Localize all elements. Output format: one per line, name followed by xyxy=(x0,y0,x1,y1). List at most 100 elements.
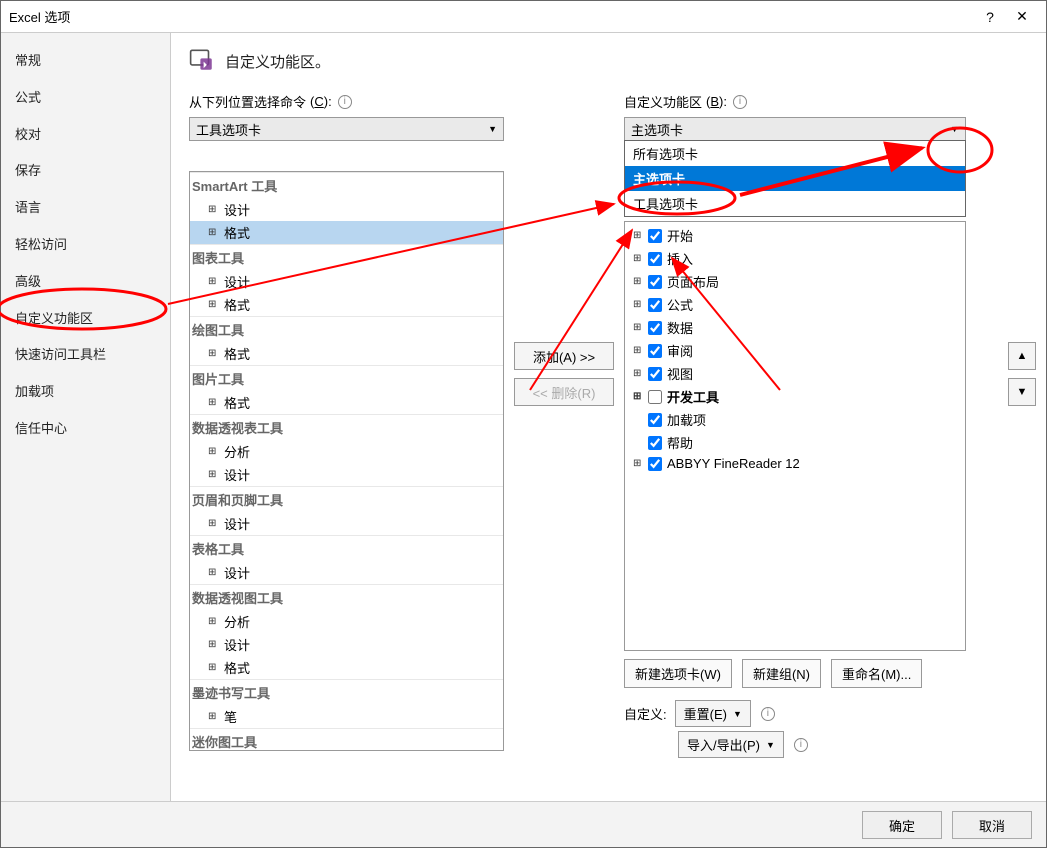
list-item[interactable]: ⊞格式 xyxy=(190,656,503,679)
list-item[interactable]: ⊞格式 xyxy=(190,293,503,316)
tree-item[interactable]: ⊞开发工具 xyxy=(627,385,963,408)
reset-dropdown[interactable]: 重置(E) ▼ xyxy=(675,700,751,727)
dropdown-option-selected[interactable]: 主选项卡 xyxy=(625,166,965,191)
right-dropdown-list[interactable]: 所有选项卡 主选项卡 工具选项卡 xyxy=(624,140,966,217)
sidebar-item-save[interactable]: 保存 xyxy=(1,153,170,190)
tree-checkbox[interactable] xyxy=(648,344,662,358)
tree-item[interactable]: ⊞ABBYY FineReader 12 xyxy=(627,454,963,473)
expander-icon: ⊞ xyxy=(208,227,218,238)
sidebar-item-proofing[interactable]: 校对 xyxy=(1,117,170,154)
rename-button[interactable]: 重命名(M)... xyxy=(831,659,922,688)
heading-row: 自定义功能区。 xyxy=(189,47,1028,76)
sidebar-item-general[interactable]: 常规 xyxy=(1,43,170,80)
tree-item[interactable]: ⊞公式 xyxy=(627,293,963,316)
move-down-button[interactable]: ▼ xyxy=(1008,378,1036,406)
ok-button[interactable]: 确定 xyxy=(862,811,942,839)
chevron-down-icon: ▼ xyxy=(733,709,742,719)
list-item[interactable]: ⊞设计 xyxy=(190,198,503,221)
list-group-header: SmartArt 工具 xyxy=(190,172,503,198)
tree-item[interactable]: ⊞页面布局 xyxy=(627,270,963,293)
left-listbox[interactable]: SmartArt 工具⊞设计⊞格式图表工具⊞设计⊞格式绘图工具⊞格式图片工具⊞格… xyxy=(189,171,504,751)
list-item[interactable]: ⊞笔 xyxy=(190,705,503,728)
list-item[interactable]: ⊞分析 xyxy=(190,440,503,463)
list-item-label: 格式 xyxy=(224,295,250,314)
tree-item[interactable]: 帮助 xyxy=(627,431,963,454)
new-group-button[interactable]: 新建组(N) xyxy=(742,659,821,688)
info-icon[interactable]: i xyxy=(733,95,747,109)
tree-checkbox[interactable] xyxy=(648,229,662,243)
list-item[interactable]: ⊞设计 xyxy=(190,633,503,656)
info-icon[interactable]: i xyxy=(761,707,775,721)
tree-checkbox[interactable] xyxy=(648,252,662,266)
left-dropdown-value: 工具选项卡 xyxy=(196,120,261,139)
right-dropdown[interactable]: 主选项卡 ▼ xyxy=(624,117,966,141)
list-item[interactable]: ⊞分析 xyxy=(190,610,503,633)
list-item[interactable]: ⊞格式 xyxy=(190,391,503,414)
ribbon-icon xyxy=(189,47,215,76)
tree-checkbox[interactable] xyxy=(648,367,662,381)
expander-icon: ⊞ xyxy=(208,397,218,408)
expander-icon: ⊞ xyxy=(208,567,218,578)
tree-item-label: 视图 xyxy=(667,364,693,383)
sidebar-item-qat[interactable]: 快速访问工具栏 xyxy=(1,337,170,374)
list-item-label: 格式 xyxy=(224,658,250,677)
sidebar-item-advanced[interactable]: 高级 xyxy=(1,264,170,301)
import-export-dropdown[interactable]: 导入/导出(P) ▼ xyxy=(678,731,784,758)
body: 常规 公式 校对 保存 语言 轻松访问 高级 自定义功能区 快速访问工具栏 加载… xyxy=(1,33,1046,801)
chevron-down-icon: ▼ xyxy=(488,124,497,134)
tree-item[interactable]: ⊞审阅 xyxy=(627,339,963,362)
tree-checkbox[interactable] xyxy=(648,275,662,289)
tree-item[interactable]: ⊞ 插入 xyxy=(627,247,963,270)
dropdown-option[interactable]: 所有选项卡 xyxy=(625,141,965,166)
tree-item-label: 插入 xyxy=(667,249,693,268)
info-icon[interactable]: i xyxy=(338,95,352,109)
tree-item-label: 加载项 xyxy=(667,410,706,429)
tree-item[interactable]: 加载项 xyxy=(627,408,963,431)
sidebar-item-formulas[interactable]: 公式 xyxy=(1,80,170,117)
sidebar-item-trust[interactable]: 信任中心 xyxy=(1,411,170,448)
left-column: 从下列位置选择命令(C): i 工具选项卡 ▼ SmartArt 工具⊞设计⊞格… xyxy=(189,92,504,751)
tree-item-label: 数据 xyxy=(667,318,693,337)
tree-checkbox[interactable] xyxy=(648,298,662,312)
tree-item[interactable]: ⊞视图 xyxy=(627,362,963,385)
new-tab-button[interactable]: 新建选项卡(W) xyxy=(624,659,732,688)
sidebar-item-accessibility[interactable]: 轻松访问 xyxy=(1,227,170,264)
list-item[interactable]: ⊞设计 xyxy=(190,270,503,293)
help-button[interactable]: ? xyxy=(974,9,1006,25)
list-item-label: 设计 xyxy=(224,200,250,219)
list-group-header: 图片工具 xyxy=(190,365,503,391)
list-item-label: 格式 xyxy=(224,344,250,363)
move-up-button[interactable]: ▲ xyxy=(1008,342,1036,370)
left-dropdown[interactable]: 工具选项卡 ▼ xyxy=(189,117,504,141)
sidebar-item-language[interactable]: 语言 xyxy=(1,190,170,227)
expander-icon: ⊞ xyxy=(633,253,643,264)
tree-checkbox[interactable] xyxy=(648,413,662,427)
sidebar-item-customize-ribbon[interactable]: 自定义功能区 xyxy=(1,301,170,338)
tree-checkbox[interactable] xyxy=(648,390,662,404)
expander-icon: ⊞ xyxy=(208,469,218,480)
list-item-label: 设计 xyxy=(224,272,250,291)
list-item[interactable]: ⊞格式 xyxy=(190,342,503,365)
tree-checkbox[interactable] xyxy=(648,321,662,335)
right-label-text: 自定义功能区 xyxy=(624,92,702,111)
close-button[interactable]: ✕ xyxy=(1006,8,1038,25)
info-icon[interactable]: i xyxy=(794,738,808,752)
tree-checkbox[interactable] xyxy=(648,436,662,450)
list-item[interactable]: ⊞设计 xyxy=(190,463,503,486)
list-item[interactable]: ⊞格式 xyxy=(190,221,503,244)
tree-item-label: 开始 xyxy=(667,226,693,245)
dropdown-option[interactable]: 工具选项卡 xyxy=(625,191,965,216)
tree-checkbox[interactable] xyxy=(648,457,662,471)
cancel-button[interactable]: 取消 xyxy=(952,811,1032,839)
list-item[interactable]: ⊞设计 xyxy=(190,512,503,535)
list-item[interactable]: ⊞设计 xyxy=(190,561,503,584)
add-button[interactable]: 添加(A) >> xyxy=(514,342,614,370)
right-tree[interactable]: ⊞开始⊞插入⊞页面布局⊞公式⊞数据⊞审阅⊞视图⊞开发工具加载项帮助⊞ABBYY … xyxy=(624,221,966,651)
expander-icon: ⊞ xyxy=(633,391,643,402)
right-label-hotkey: (B): xyxy=(706,94,727,109)
remove-button[interactable]: << 删除(R) xyxy=(514,378,614,406)
sidebar-item-addins[interactable]: 加载项 xyxy=(1,374,170,411)
tree-item[interactable]: ⊞数据 xyxy=(627,316,963,339)
tree-item[interactable]: ⊞开始 xyxy=(627,224,963,247)
left-label: 从下列位置选择命令(C): i xyxy=(189,92,504,111)
